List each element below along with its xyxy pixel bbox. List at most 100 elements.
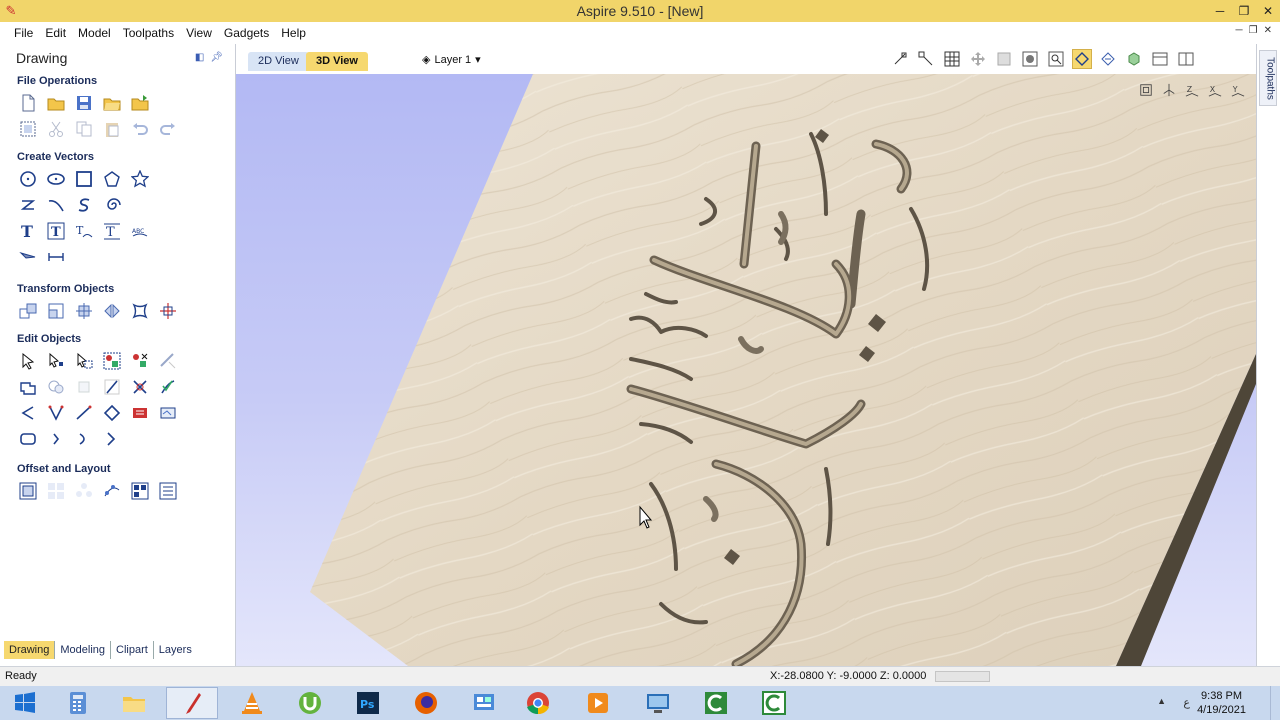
copy-icon[interactable] — [73, 118, 95, 140]
transform-mode-icon[interactable] — [73, 350, 95, 372]
save-icon[interactable] — [73, 92, 95, 114]
file-explorer-icon[interactable] — [108, 687, 160, 719]
zoom-icon[interactable] — [1046, 49, 1066, 69]
grid-icon[interactable] — [942, 49, 962, 69]
layout-split-icon[interactable] — [1150, 49, 1170, 69]
group-icon[interactable] — [101, 350, 123, 372]
menu-help[interactable]: Help — [275, 22, 312, 44]
menu-model[interactable]: Model — [72, 22, 117, 44]
scale-icon[interactable] — [45, 300, 67, 322]
select-all-icon[interactable] — [17, 118, 39, 140]
align-icon[interactable] — [157, 300, 179, 322]
open-folder-icon[interactable] — [101, 92, 123, 114]
menu-toolpaths[interactable]: Toolpaths — [117, 22, 180, 44]
auto-layout-text-icon[interactable]: T — [101, 220, 123, 242]
smart-smooth-icon[interactable] — [157, 376, 179, 398]
rounded-rect-icon[interactable] — [17, 428, 39, 450]
text-box-icon[interactable]: T — [45, 220, 67, 242]
draw-star-icon[interactable] — [129, 168, 151, 190]
menu-view[interactable]: View — [180, 22, 218, 44]
rotate-icon[interactable] — [73, 300, 95, 322]
open-file-icon[interactable] — [45, 92, 67, 114]
arrow-right-icon[interactable] — [73, 428, 95, 450]
system-clock[interactable]: 9:38 PM 4/19/2021 — [1197, 689, 1246, 717]
firefox-icon[interactable] — [400, 687, 452, 719]
tab-3d-view[interactable]: 3D View — [306, 52, 368, 71]
draw-polyline-icon[interactable] — [17, 194, 39, 216]
draw-polygon-icon[interactable] — [101, 168, 123, 190]
draw-ellipse-icon[interactable] — [45, 168, 67, 190]
close-button[interactable]: ✕ — [1256, 0, 1280, 22]
tray-expand-icon[interactable]: ▲ — [1157, 696, 1166, 706]
panel-swap-icon[interactable]: ◧ — [195, 52, 204, 63]
draw-arc-icon[interactable] — [45, 194, 67, 216]
curve-fit-icon[interactable] — [73, 402, 95, 424]
distort-icon[interactable] — [129, 300, 151, 322]
snap-object-icon[interactable] — [916, 49, 936, 69]
screen-capture-icon[interactable] — [632, 687, 684, 719]
paste-icon[interactable] — [101, 118, 123, 140]
utorrent-icon[interactable] — [284, 687, 336, 719]
join-icon[interactable] — [17, 402, 39, 424]
view-z-icon[interactable]: Z — [1182, 80, 1202, 100]
overlap-icon[interactable] — [101, 376, 123, 398]
offset-icon[interactable] — [17, 480, 39, 502]
view-top-icon[interactable] — [1159, 80, 1179, 100]
copy-along-vector-icon[interactable] — [101, 480, 123, 502]
undo-icon[interactable] — [129, 118, 151, 140]
text-arc-icon[interactable]: ABC — [129, 220, 151, 242]
subtract-icon[interactable] — [45, 376, 67, 398]
tab-clipart[interactable]: Clipart — [111, 641, 154, 659]
new-file-icon[interactable] — [17, 92, 39, 114]
measure-icon[interactable] — [45, 246, 67, 268]
weld-icon[interactable] — [17, 376, 39, 398]
select-tool-icon[interactable] — [17, 350, 39, 372]
ungroup-icon[interactable] — [129, 350, 151, 372]
mdi-minimize-button[interactable]: ─ — [1236, 25, 1243, 36]
extend-icon[interactable] — [101, 428, 123, 450]
mdi-restore-button[interactable]: ❐ — [1249, 25, 1258, 36]
chrome-icon[interactable] — [512, 687, 564, 719]
aspire-taskbar-icon[interactable] — [166, 687, 218, 719]
minimize-button[interactable]: ─ — [1208, 0, 1232, 22]
camtasia-recorder-icon[interactable] — [748, 687, 800, 719]
layout-dual-icon[interactable] — [1176, 49, 1196, 69]
media-player-icon[interactable] — [572, 687, 624, 719]
menu-file[interactable]: File — [8, 22, 39, 44]
show-vectors-icon[interactable] — [1072, 49, 1092, 69]
move-icon[interactable] — [17, 300, 39, 322]
calculator-icon[interactable] — [52, 687, 104, 719]
input-language[interactable]: ع — [1183, 696, 1190, 709]
restore-button[interactable]: ❐ — [1232, 0, 1256, 22]
tab-2d-view[interactable]: 2D View — [248, 52, 309, 71]
photoshop-icon[interactable]: Ps — [342, 687, 394, 719]
draw-rectangle-icon[interactable] — [73, 168, 95, 190]
nesting-icon[interactable] — [129, 480, 151, 502]
control-panel-icon[interactable] — [458, 687, 510, 719]
nest-icon[interactable] — [157, 402, 179, 424]
show-toolpaths-icon[interactable] — [1098, 49, 1118, 69]
pan-icon[interactable] — [968, 49, 988, 69]
import-icon[interactable] — [129, 92, 151, 114]
redo-icon[interactable] — [157, 118, 179, 140]
draw-curve-icon[interactable] — [73, 194, 95, 216]
zoom-box-icon[interactable] — [994, 49, 1014, 69]
start-button[interactable] — [0, 687, 50, 719]
intersect-icon[interactable] — [73, 376, 95, 398]
snap-icon[interactable] — [890, 49, 910, 69]
camtasia-icon[interactable] — [690, 687, 742, 719]
draw-circle-icon[interactable] — [17, 168, 39, 190]
layer-dropdown[interactable]: ◈ Layer 1 ▾ — [422, 52, 481, 68]
tab-layers[interactable]: Layers — [154, 641, 197, 659]
fillet-icon[interactable] — [129, 376, 151, 398]
zoom-extents-icon[interactable] — [1020, 49, 1040, 69]
view-iso-icon[interactable] — [1136, 80, 1156, 100]
bracket-icon[interactable] — [45, 428, 67, 450]
labels-icon[interactable] — [157, 480, 179, 502]
mdi-close-button[interactable]: ✕ — [1264, 25, 1272, 36]
draw-dimension-icon[interactable] — [17, 246, 39, 268]
draw-spiral-icon[interactable] — [101, 194, 123, 216]
show-desktop-button[interactable] — [1270, 686, 1280, 720]
close-vector-icon[interactable] — [45, 402, 67, 424]
menu-edit[interactable]: Edit — [39, 22, 72, 44]
